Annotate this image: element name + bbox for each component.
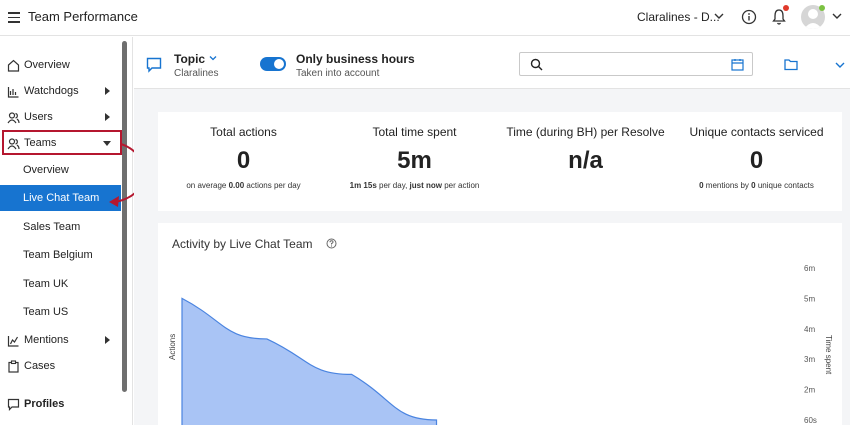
business-hours-label: Only business hours <box>296 52 415 66</box>
search-input[interactable] <box>519 52 753 76</box>
y2-tick-label: 60s <box>804 416 817 425</box>
stat-sub-text: unique contacts <box>755 181 814 190</box>
stat-subtext: on average 0.00 actions per day <box>158 181 329 190</box>
sidebar-subitem-label: Team UK <box>23 278 69 290</box>
cases-icon <box>8 360 19 373</box>
stat-sub-text: mentions by <box>703 181 752 190</box>
main-content: Topic Claralines Only business hours Tak… <box>134 37 850 425</box>
info-icon[interactable] <box>741 9 757 25</box>
sidebar-scrollbar[interactable] <box>122 41 127 392</box>
sidebar-item-cases[interactable]: Cases <box>0 354 121 378</box>
home-icon <box>7 59 20 72</box>
stat-subtext: 0 mentions by 0 unique contacts <box>671 181 842 190</box>
stat-value: n/a <box>568 147 603 174</box>
stat-title: Total actions <box>210 125 277 139</box>
y2-tick-label: 5m <box>804 294 815 303</box>
stats-card: Total actions 0 on average 0.00 actions … <box>158 112 842 211</box>
y2-tick-label: 3m <box>804 355 815 364</box>
stat-title: Time (during BH) per Resolve <box>506 125 665 139</box>
sidebar: Overview Watchdogs Users Teams Overview … <box>0 37 133 425</box>
online-status-dot <box>819 5 825 11</box>
stat-sub-text: per day, <box>376 181 410 190</box>
sidebar-section-profiles[interactable]: Profiles <box>0 394 121 418</box>
sidebar-subitem-label: Team US <box>23 306 69 318</box>
sidebar-item-label: Users <box>24 111 53 123</box>
folder-icon[interactable] <box>784 58 798 71</box>
chevron-right-icon <box>105 336 110 344</box>
sidebar-item-mentions[interactable]: Mentions <box>0 328 121 352</box>
profiles-icon <box>7 398 20 411</box>
sidebar-subitem-label: Live Chat Team <box>23 192 100 204</box>
calendar-icon[interactable] <box>731 58 744 71</box>
y2-tick-label: 6m <box>804 264 815 273</box>
search-icon <box>530 58 543 71</box>
business-hours-sub: Taken into account <box>296 68 380 79</box>
chevron-right-icon <box>105 113 110 121</box>
sidebar-item-watchdogs[interactable]: Watchdogs <box>0 79 121 103</box>
chevron-down-icon[interactable] <box>714 11 724 21</box>
chat-bubble-icon <box>146 57 162 73</box>
sidebar-item-label: Cases <box>24 360 56 372</box>
sidebar-item-users[interactable]: Users <box>0 105 121 129</box>
activity-card: Activity by Live Chat Team 6m 5m 4m 3m 2m 60s… <box>158 223 842 425</box>
stat-value: 0 <box>236 147 251 174</box>
stat-sub-bold: just now <box>409 181 442 190</box>
stat-value: 5m <box>397 147 432 174</box>
sidebar-subitem-overview[interactable]: Overview <box>0 157 121 183</box>
teams-highlight-box <box>2 130 122 155</box>
org-selector[interactable]: Claralines - D... <box>637 10 720 24</box>
toggle-knob <box>274 59 284 69</box>
sidebar-section-label: Profiles <box>24 398 65 410</box>
sidebar-subitem-team-belgium[interactable]: Team Belgium <box>0 242 121 268</box>
stat-title: Total time spent <box>372 125 457 139</box>
topic-selector[interactable]: Topic <box>174 52 205 66</box>
stat-value: 0 <box>749 147 764 174</box>
sidebar-subitem-team-uk[interactable]: Team UK <box>0 271 121 297</box>
chevron-down-icon[interactable] <box>835 61 845 69</box>
sidebar-subitem-live-chat-team[interactable]: Live Chat Team <box>0 185 121 211</box>
sidebar-subitem-label: Overview <box>23 164 69 176</box>
topic-value: Claralines <box>174 68 219 79</box>
y2-axis-label: Time spent <box>824 335 833 375</box>
stat-subtext: 1m 15s per day, just now per action <box>329 181 500 190</box>
sidebar-subitem-label: Sales Team <box>23 221 81 233</box>
y2-tick-label: 2m <box>804 386 815 395</box>
stat-sub-bold: 1m 15s <box>349 181 377 190</box>
page-title: Team Performance <box>28 9 138 24</box>
chevron-right-icon <box>105 87 110 95</box>
watchdog-icon <box>7 87 19 98</box>
area-series <box>181 297 438 425</box>
sidebar-item-label: Overview <box>24 59 70 71</box>
activity-chart: 6m 5m 4m 3m 2m 60s Actions Time spent <box>168 264 833 425</box>
stat-title: Unique contacts serviced <box>689 125 824 139</box>
sidebar-subitem-label: Team Belgium <box>23 249 93 261</box>
mentions-icon <box>7 336 19 347</box>
sidebar-item-label: Watchdogs <box>24 85 79 97</box>
sidebar-item-overview[interactable]: Overview <box>0 53 121 77</box>
top-header: Team Performance Claralines - D... <box>0 0 850 36</box>
stat-sub-bold: 0.00 <box>228 181 245 190</box>
notification-badge <box>783 5 789 11</box>
filter-bar: Topic Claralines Only business hours Tak… <box>134 37 850 89</box>
users-icon <box>7 112 20 124</box>
stat-sub-text: actions per day <box>244 181 301 190</box>
chevron-down-icon[interactable] <box>832 11 842 21</box>
y-axis-label: Actions <box>168 334 177 360</box>
stat-sub-text: per action <box>442 181 480 190</box>
sidebar-subitem-team-us[interactable]: Team US <box>0 299 121 325</box>
menu-icon[interactable] <box>8 12 20 23</box>
chevron-down-icon[interactable] <box>209 54 217 62</box>
stat-sub-text: on average <box>186 181 229 190</box>
sidebar-subitem-sales-team[interactable]: Sales Team <box>0 214 121 240</box>
y2-tick-label: 4m <box>804 325 815 334</box>
sidebar-item-label: Mentions <box>24 334 69 346</box>
